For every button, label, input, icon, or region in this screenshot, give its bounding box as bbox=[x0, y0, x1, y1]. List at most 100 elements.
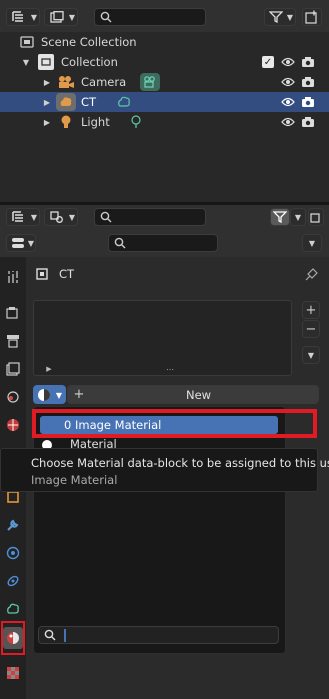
new-button-label: New bbox=[186, 388, 212, 402]
checkbox-icon[interactable]: ✓ bbox=[262, 56, 274, 68]
texture-tab-icon[interactable] bbox=[4, 664, 22, 682]
add-slot-button[interactable]: + bbox=[302, 301, 320, 319]
material-item-label: 0 Image Material bbox=[64, 418, 162, 432]
tooltip-value: Image Material bbox=[31, 473, 118, 487]
material-item-selected[interactable]: 0 Image Material bbox=[40, 416, 278, 434]
search-icon bbox=[113, 236, 127, 250]
new-collection-button[interactable] bbox=[302, 8, 322, 26]
filter-icon bbox=[267, 9, 285, 25]
modifier-tab-icon[interactable] bbox=[4, 516, 22, 534]
filter-menu-button[interactable]: ▼ bbox=[290, 208, 306, 226]
outliner-editor-icon bbox=[9, 9, 29, 25]
chevron-down-icon: ▼ bbox=[286, 12, 294, 22]
editor-type-button[interactable]: ▼ bbox=[6, 234, 36, 252]
light-object-icon bbox=[58, 114, 74, 130]
editor-type-button[interactable]: ▼ bbox=[6, 208, 40, 226]
new-icon bbox=[310, 210, 322, 224]
search-icon bbox=[43, 628, 57, 642]
chevron-down-icon: ▼ bbox=[30, 212, 38, 222]
camera-render-icon[interactable] bbox=[300, 114, 316, 130]
minus-icon: − bbox=[305, 321, 317, 337]
object-label: Light bbox=[81, 115, 110, 129]
search-input[interactable] bbox=[94, 208, 206, 226]
new-button[interactable] bbox=[308, 208, 324, 226]
search-icon bbox=[99, 210, 113, 224]
material-item-label: Material bbox=[70, 437, 117, 448]
object-label: CT bbox=[81, 95, 97, 109]
material-sphere-icon bbox=[40, 438, 54, 448]
chevron-down-icon: ▼ bbox=[68, 212, 76, 222]
material-item[interactable]: Material bbox=[40, 436, 278, 448]
outliner-object-row-light[interactable]: ▶ Light bbox=[0, 112, 329, 132]
chevron-down-icon: ▼ bbox=[30, 12, 38, 22]
chevron-down-icon: ▼ bbox=[27, 238, 35, 248]
world-tab-icon[interactable] bbox=[4, 416, 22, 434]
eye-icon[interactable] bbox=[280, 74, 296, 90]
camera-object-icon bbox=[57, 74, 75, 90]
chevron-down-icon: ▼ bbox=[294, 212, 302, 222]
filter-toggle-button[interactable] bbox=[270, 208, 290, 226]
browse-material-button[interactable]: ▼ bbox=[33, 385, 66, 404]
outliner-search-input[interactable] bbox=[94, 8, 206, 26]
material-search-input[interactable] bbox=[38, 626, 279, 644]
eye-icon[interactable] bbox=[280, 114, 296, 130]
object-data-icon bbox=[34, 266, 50, 282]
tool-tab-icon[interactable] bbox=[4, 268, 22, 286]
pin-icon[interactable] bbox=[303, 265, 321, 283]
outliner-object-row-ct[interactable]: ▶ CT bbox=[0, 92, 329, 112]
filter-icon bbox=[273, 210, 287, 224]
expand-arrow-icon[interactable]: ▼ bbox=[21, 55, 31, 69]
new-material-button[interactable]: + New bbox=[67, 385, 319, 404]
volume-data-icon[interactable] bbox=[115, 94, 133, 110]
slot-specials-button[interactable]: ▼ bbox=[302, 346, 320, 364]
filter-button[interactable]: ▼ bbox=[264, 8, 296, 26]
camera-render-icon[interactable] bbox=[300, 74, 316, 90]
chevron-down-icon: ▼ bbox=[68, 12, 76, 22]
light-data-icon[interactable] bbox=[128, 114, 144, 130]
constraint-tab-icon[interactable] bbox=[4, 572, 22, 590]
remove-slot-button[interactable]: − bbox=[302, 320, 320, 338]
eye-icon[interactable] bbox=[280, 94, 296, 110]
tooltip-title: Choose Material data-block to be assigne… bbox=[31, 456, 329, 470]
options-button[interactable]: ▼ bbox=[302, 234, 322, 252]
tooltip: Choose Material data-block to be assigne… bbox=[0, 448, 329, 492]
outliner-editor-icon bbox=[9, 209, 29, 225]
scene-collection-label: Scene Collection bbox=[41, 35, 137, 49]
editor-type-button[interactable]: ▼ bbox=[6, 8, 40, 26]
render-tab-icon[interactable] bbox=[4, 304, 22, 322]
scene-tab-icon[interactable] bbox=[4, 388, 22, 406]
camera-data-icon[interactable] bbox=[140, 73, 160, 91]
volume-object-icon bbox=[56, 93, 76, 111]
physics-tab-icon[interactable] bbox=[4, 544, 22, 562]
properties-search-input[interactable] bbox=[108, 234, 218, 252]
chevron-down-icon: ▼ bbox=[308, 238, 316, 248]
view-layer-icon bbox=[47, 9, 67, 25]
material-tab-icon[interactable] bbox=[3, 627, 23, 649]
text-cursor bbox=[64, 629, 66, 642]
object-label: Camera bbox=[81, 75, 127, 89]
volume-data-tab-icon[interactable] bbox=[4, 600, 22, 618]
eye-icon[interactable] bbox=[280, 54, 296, 70]
resize-grip-icon[interactable]: ⋯ bbox=[162, 364, 178, 374]
display-mode-button[interactable]: ▼ bbox=[44, 8, 78, 26]
expand-arrow-icon[interactable]: ▶ bbox=[42, 115, 52, 129]
collection-label: Collection bbox=[61, 55, 118, 69]
collection-icon bbox=[38, 54, 54, 70]
collection-row[interactable]: ▼ Collection ✓ bbox=[0, 52, 329, 72]
scene-collection-row[interactable]: Scene Collection bbox=[0, 32, 329, 52]
plus-icon: + bbox=[73, 387, 85, 402]
display-mode-icon bbox=[47, 209, 67, 225]
view-layer-tab-icon[interactable] bbox=[4, 360, 22, 378]
output-tab-icon[interactable] bbox=[4, 332, 22, 350]
expand-arrow-icon[interactable]: ▶ bbox=[42, 75, 52, 89]
camera-render-icon[interactable] bbox=[300, 94, 316, 110]
triangle-right-icon[interactable]: ▶ bbox=[44, 364, 54, 374]
expand-arrow-icon[interactable]: ▶ bbox=[42, 95, 52, 109]
object-name-label: CT bbox=[59, 267, 75, 281]
plus-icon: + bbox=[305, 302, 317, 318]
outliner-object-row-camera[interactable]: ▶ Camera bbox=[0, 72, 329, 92]
camera-render-icon[interactable] bbox=[300, 54, 316, 70]
new-collection-icon bbox=[305, 10, 319, 24]
scene-collection-icon bbox=[20, 35, 34, 49]
display-mode-button[interactable]: ▼ bbox=[44, 208, 78, 226]
